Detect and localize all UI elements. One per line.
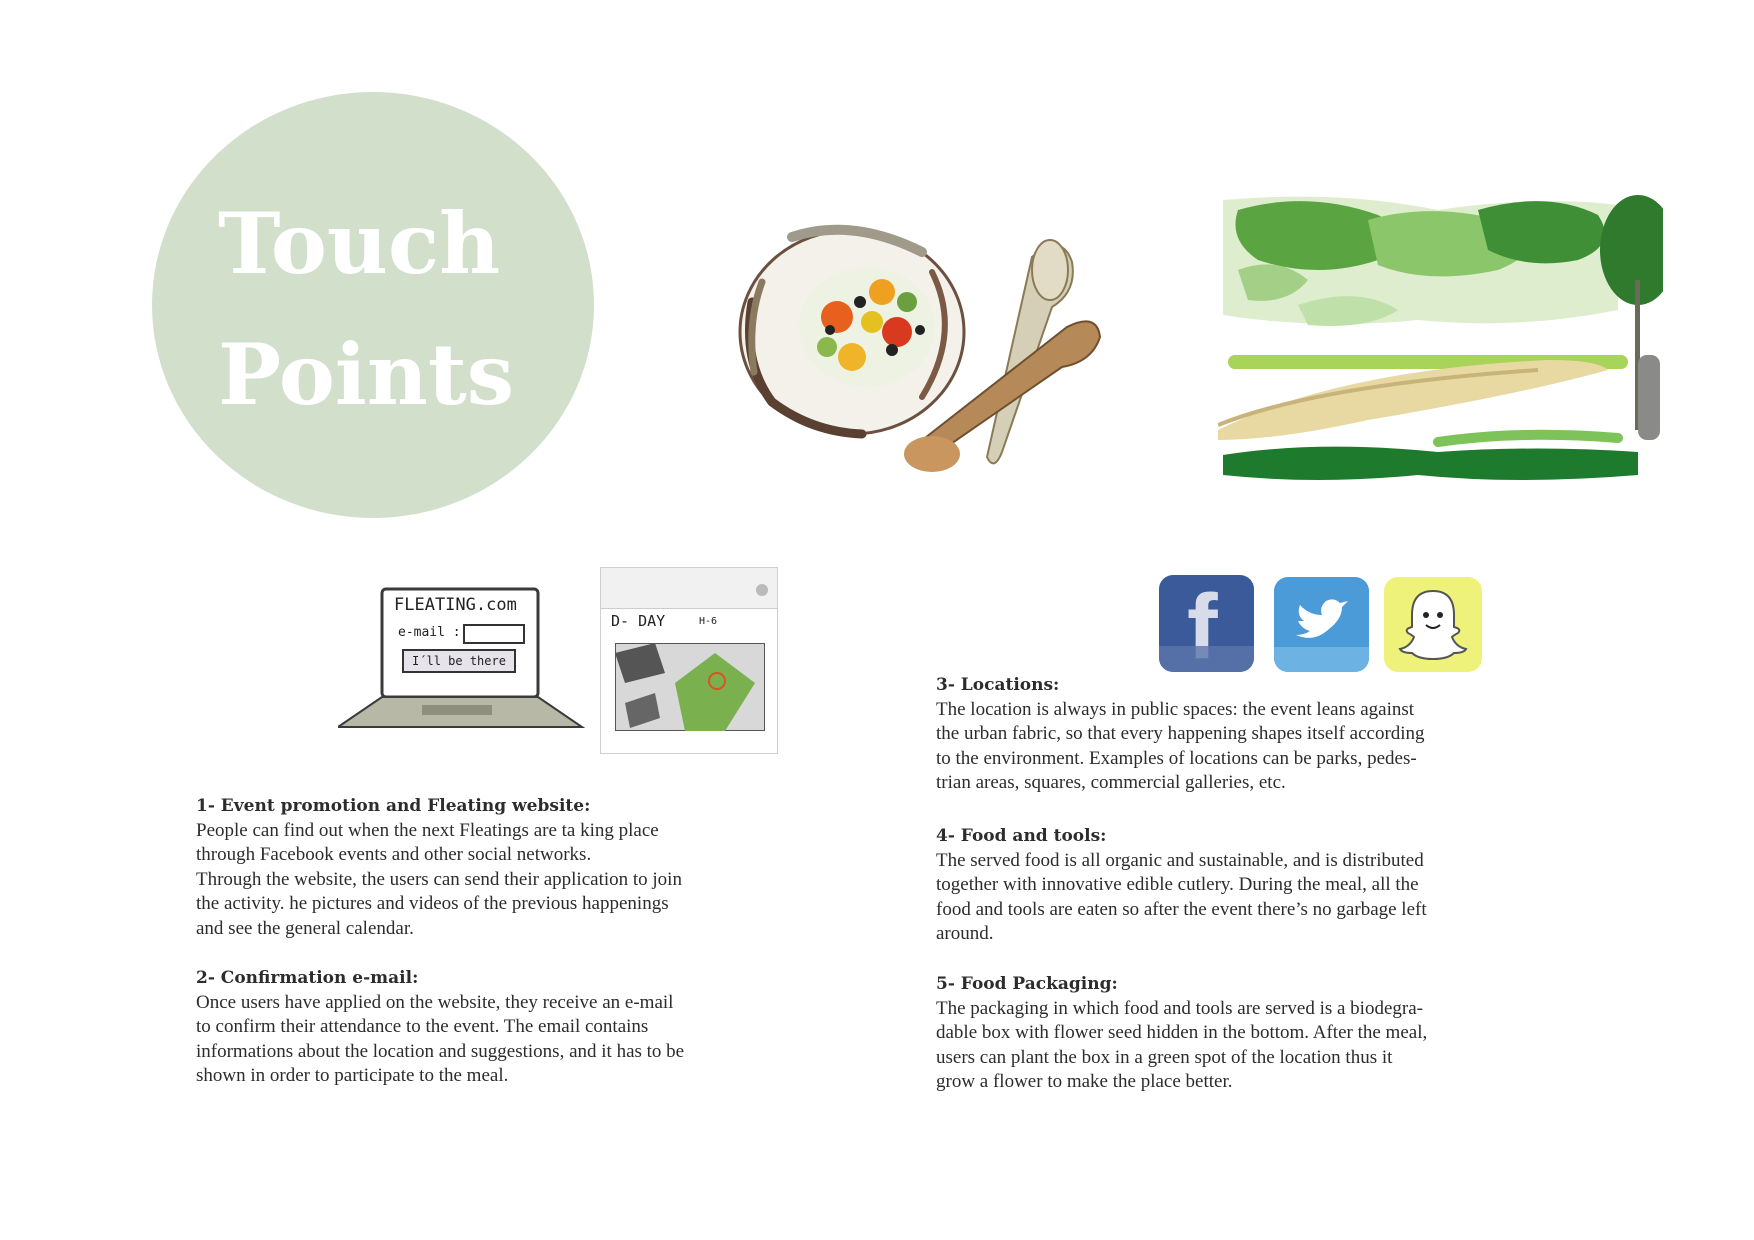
email-avatar [756,584,768,596]
section-body: The served food is all organic and susta… [936,849,1427,945]
section-body: People can find out when the next Fleati… [196,819,682,939]
section-body: The location is always in public spaces:… [936,698,1425,794]
email-time: H-6 [699,616,718,627]
section-heading: 1- Event promotion and Fleating website: [196,796,591,816]
laptop-site-name: FLEATING.com [394,595,517,615]
section-food-tools: 4- Food and tools: The served food is al… [936,824,1496,947]
facebook-icon: f [1159,575,1254,672]
laptop-cta-button: I´ll be there [402,649,516,673]
laptop-website-sketch: FLEATING.com e-mail : I´ll be there [338,587,586,732]
email-browser-bar [601,568,777,609]
food-bowl-illustration [738,224,1102,472]
park-location-illustration [1218,195,1663,480]
email-map [615,643,765,731]
section-heading: 4- Food and tools: [936,826,1107,846]
section-heading: 3- Locations: [936,675,1060,695]
section-heading: 5- Food Packaging: [936,974,1118,994]
section-food-packaging: 5- Food Packaging: The packaging in whic… [936,972,1496,1095]
section-body: The packaging in which food and tools ar… [936,997,1428,1093]
laptop-email-label: e-mail : [398,625,461,640]
email-heading: D- DAY [611,612,666,630]
title-line-1: Touch [218,194,501,293]
section-locations: 3- Locations: The location is always in … [936,673,1496,796]
confirmation-email-sketch: D- DAY H-6 [600,567,778,754]
section-heading: 2- Confirmation e-mail: [196,968,419,988]
section-event-promotion: 1- Event promotion and Fleating website:… [196,794,756,941]
section-body: Once users have applied on the website, … [196,991,685,1087]
laptop-email-field [463,624,525,644]
snapchat-icon [1384,577,1482,672]
section-confirmation-email: 2- Confirmation e-mail: Once users have … [196,966,756,1089]
page-title: Touch Points [218,178,578,440]
title-line-2: Points [218,325,515,424]
twitter-icon [1274,577,1369,672]
